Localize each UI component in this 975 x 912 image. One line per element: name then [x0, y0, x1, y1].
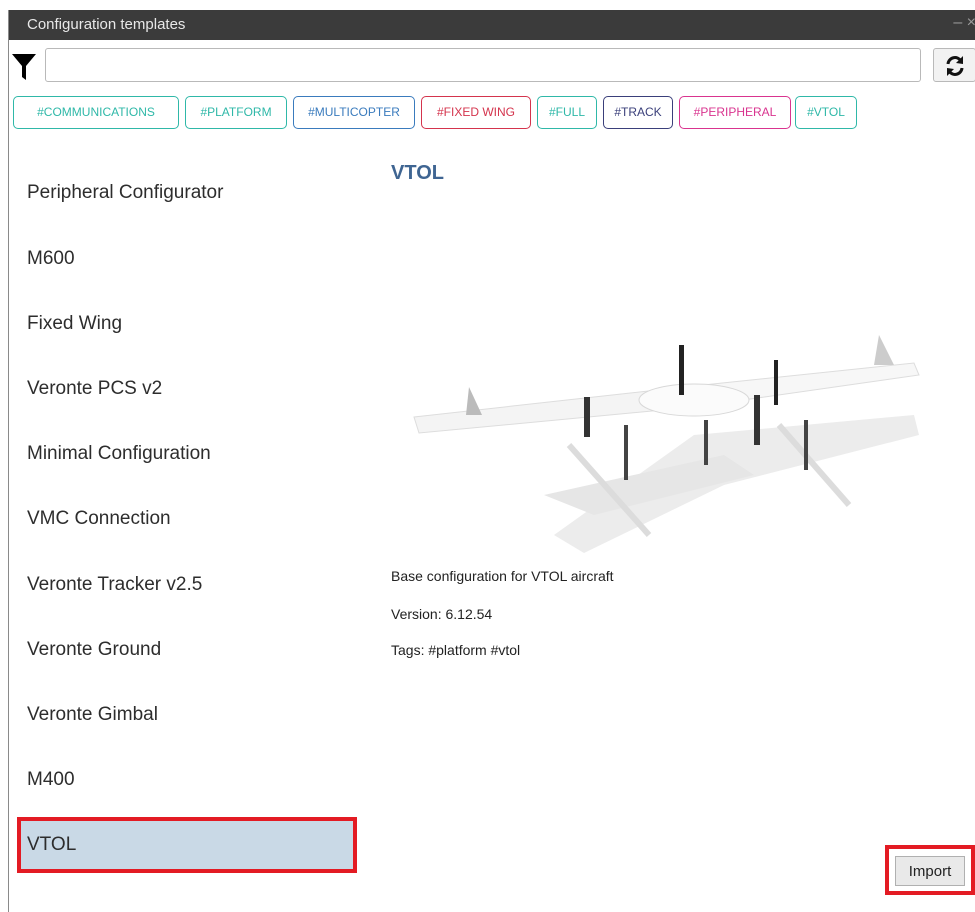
window-controls[interactable]: – ×	[953, 14, 975, 32]
refresh-button[interactable]	[933, 48, 975, 82]
template-tags: Tags: #platform #vtol	[391, 642, 521, 658]
template-item[interactable]: Veronte Gimbal	[27, 704, 158, 726]
template-item[interactable]: Fixed Wing	[27, 313, 122, 335]
tag-vtol[interactable]: #VTOL	[795, 96, 857, 129]
tag-fixed-wing[interactable]: #FIXED WING	[421, 96, 531, 129]
tag-peripheral[interactable]: #PERIPHERAL	[679, 96, 791, 129]
configuration-templates-window: Configuration templates – × #COMMUNICATI…	[8, 10, 975, 912]
tag-platform[interactable]: #PLATFORM	[185, 96, 287, 129]
template-item[interactable]: M400	[27, 769, 75, 791]
template-item[interactable]: Veronte Tracker v2.5	[27, 574, 202, 596]
template-item[interactable]: Minimal Configuration	[27, 443, 211, 465]
template-item-selected[interactable]: VTOL	[17, 817, 357, 873]
template-description: Base configuration for VTOL aircraft	[391, 568, 614, 584]
import-highlight: Import	[885, 845, 975, 895]
template-version: Version: 6.12.54	[391, 606, 493, 622]
tag-track[interactable]: #TRACK	[603, 96, 673, 129]
template-item[interactable]: VMC Connection	[27, 508, 171, 530]
template-item[interactable]: Veronte Ground	[27, 639, 161, 661]
tag-multicopter[interactable]: #MULTICOPTER	[293, 96, 415, 129]
template-item[interactable]: Peripheral Configurator	[27, 182, 223, 204]
search-input[interactable]	[45, 48, 921, 82]
template-item[interactable]: M600	[27, 248, 75, 270]
filter-icon	[11, 52, 37, 82]
tag-communications[interactable]: #COMMUNICATIONS	[13, 96, 179, 129]
template-title: VTOL	[391, 162, 444, 184]
import-button[interactable]: Import	[895, 856, 965, 886]
tag-full[interactable]: #FULL	[537, 96, 597, 129]
template-item[interactable]: Veronte PCS v2	[27, 378, 162, 400]
title-bar: Configuration templates – ×	[9, 10, 975, 40]
vtol-aircraft-image	[413, 335, 920, 553]
refresh-icon	[946, 56, 964, 76]
window-title: Configuration templates	[27, 16, 186, 33]
